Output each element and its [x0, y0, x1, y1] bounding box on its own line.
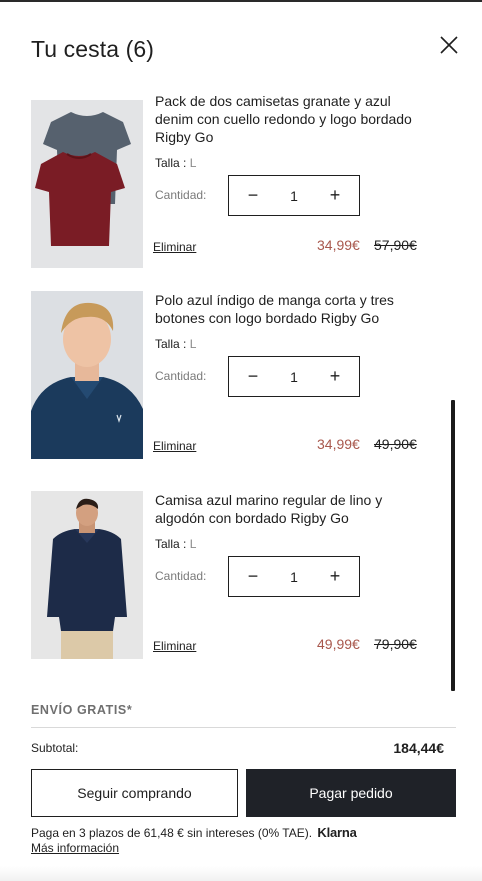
more-info-link[interactable]: Más información — [31, 841, 119, 855]
subtotal-label: Subtotal: — [31, 741, 79, 755]
size-label: Talla : — [155, 537, 187, 551]
cart-item: Pack de dos camisetas granate y azul den… — [31, 93, 431, 268]
quantity-value: 1 — [290, 569, 298, 585]
remove-button[interactable]: Eliminar — [153, 639, 196, 653]
size-row: Talla : L — [155, 337, 196, 351]
plus-icon[interactable]: + — [315, 357, 355, 396]
cart-title: Tu cesta (6) — [31, 36, 155, 62]
top-border — [0, 0, 482, 2]
original-price: 49,90€ — [374, 436, 417, 452]
sale-price: 49,99€ — [317, 636, 360, 652]
product-title[interactable]: Polo azul índigo de manga corta y tres b… — [155, 291, 425, 327]
divider — [31, 727, 456, 728]
product-image[interactable] — [31, 491, 143, 659]
klarna-logo: Klarna — [317, 825, 357, 840]
plus-icon[interactable]: + — [315, 176, 355, 215]
quantity-value: 1 — [290, 188, 298, 204]
size-value: L — [189, 537, 197, 551]
size-value: L — [189, 337, 197, 351]
sale-price: 34,99€ — [317, 237, 360, 253]
bottom-shadow — [0, 866, 482, 881]
scrollbar[interactable] — [451, 400, 455, 691]
financing-text: Paga en 3 plazos de 61,48 € sin interese… — [31, 826, 313, 840]
quantity-stepper: − 1 + — [228, 356, 360, 397]
minus-icon[interactable]: − — [233, 357, 273, 396]
size-label: Talla : — [155, 337, 187, 351]
size-label: Talla : — [155, 156, 187, 170]
quantity-label: Cantidad: — [155, 188, 207, 202]
quantity-label: Cantidad: — [155, 369, 207, 383]
quantity-label: Cantidad: — [155, 569, 207, 583]
close-icon[interactable] — [438, 34, 460, 56]
continue-shopping-button[interactable]: Seguir comprando — [31, 769, 238, 817]
cart-item: Polo azul índigo de manga corta y tres b… — [31, 291, 431, 459]
pay-order-button[interactable]: Pagar pedido — [246, 769, 456, 817]
size-row: Talla : L — [155, 156, 196, 170]
sale-price: 34,99€ — [317, 436, 360, 452]
product-title[interactable]: Camisa azul marino regular de lino y alg… — [155, 491, 425, 527]
minus-icon[interactable]: − — [233, 557, 273, 596]
product-title[interactable]: Pack de dos camisetas granate y azul den… — [155, 92, 425, 146]
minus-icon[interactable]: − — [233, 176, 273, 215]
product-image[interactable] — [31, 291, 143, 459]
free-shipping-label: ENVÍO GRATIS* — [31, 703, 133, 717]
subtotal-value: 184,44€ — [393, 740, 444, 756]
size-row: Talla : L — [155, 537, 196, 551]
product-image[interactable] — [31, 100, 143, 268]
original-price: 79,90€ — [374, 636, 417, 652]
quantity-stepper: − 1 + — [228, 175, 360, 216]
size-value: L — [189, 156, 197, 170]
cart-item: Camisa azul marino regular de lino y alg… — [31, 491, 431, 659]
quantity-stepper: − 1 + — [228, 556, 360, 597]
klarna-financing: Paga en 3 plazos de 61,48 € sin interese… — [31, 825, 357, 840]
original-price: 57,90€ — [374, 237, 417, 253]
remove-button[interactable]: Eliminar — [153, 240, 196, 254]
quantity-value: 1 — [290, 369, 298, 385]
plus-icon[interactable]: + — [315, 557, 355, 596]
remove-button[interactable]: Eliminar — [153, 439, 196, 453]
cart-items-list[interactable]: Pack de dos camisetas granate y azul den… — [0, 92, 482, 688]
